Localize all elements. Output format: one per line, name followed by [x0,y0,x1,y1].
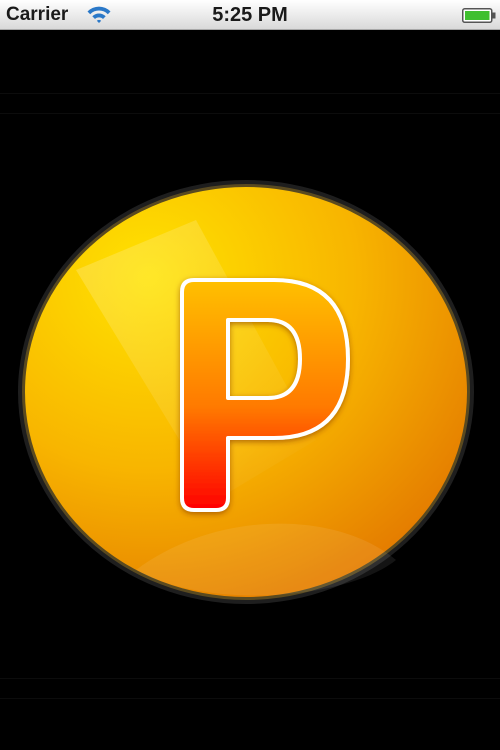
app-canvas [0,30,500,750]
background-divider [0,698,500,699]
clock-time: 5:25 PM [212,4,288,26]
battery-full-icon [462,8,496,23]
background-divider [0,93,500,94]
p-letter-circle-logo[interactable] [16,180,476,640]
background-divider [0,113,500,114]
status-bar: Carrier 5:25 PM [0,0,500,30]
background-divider [0,678,500,679]
